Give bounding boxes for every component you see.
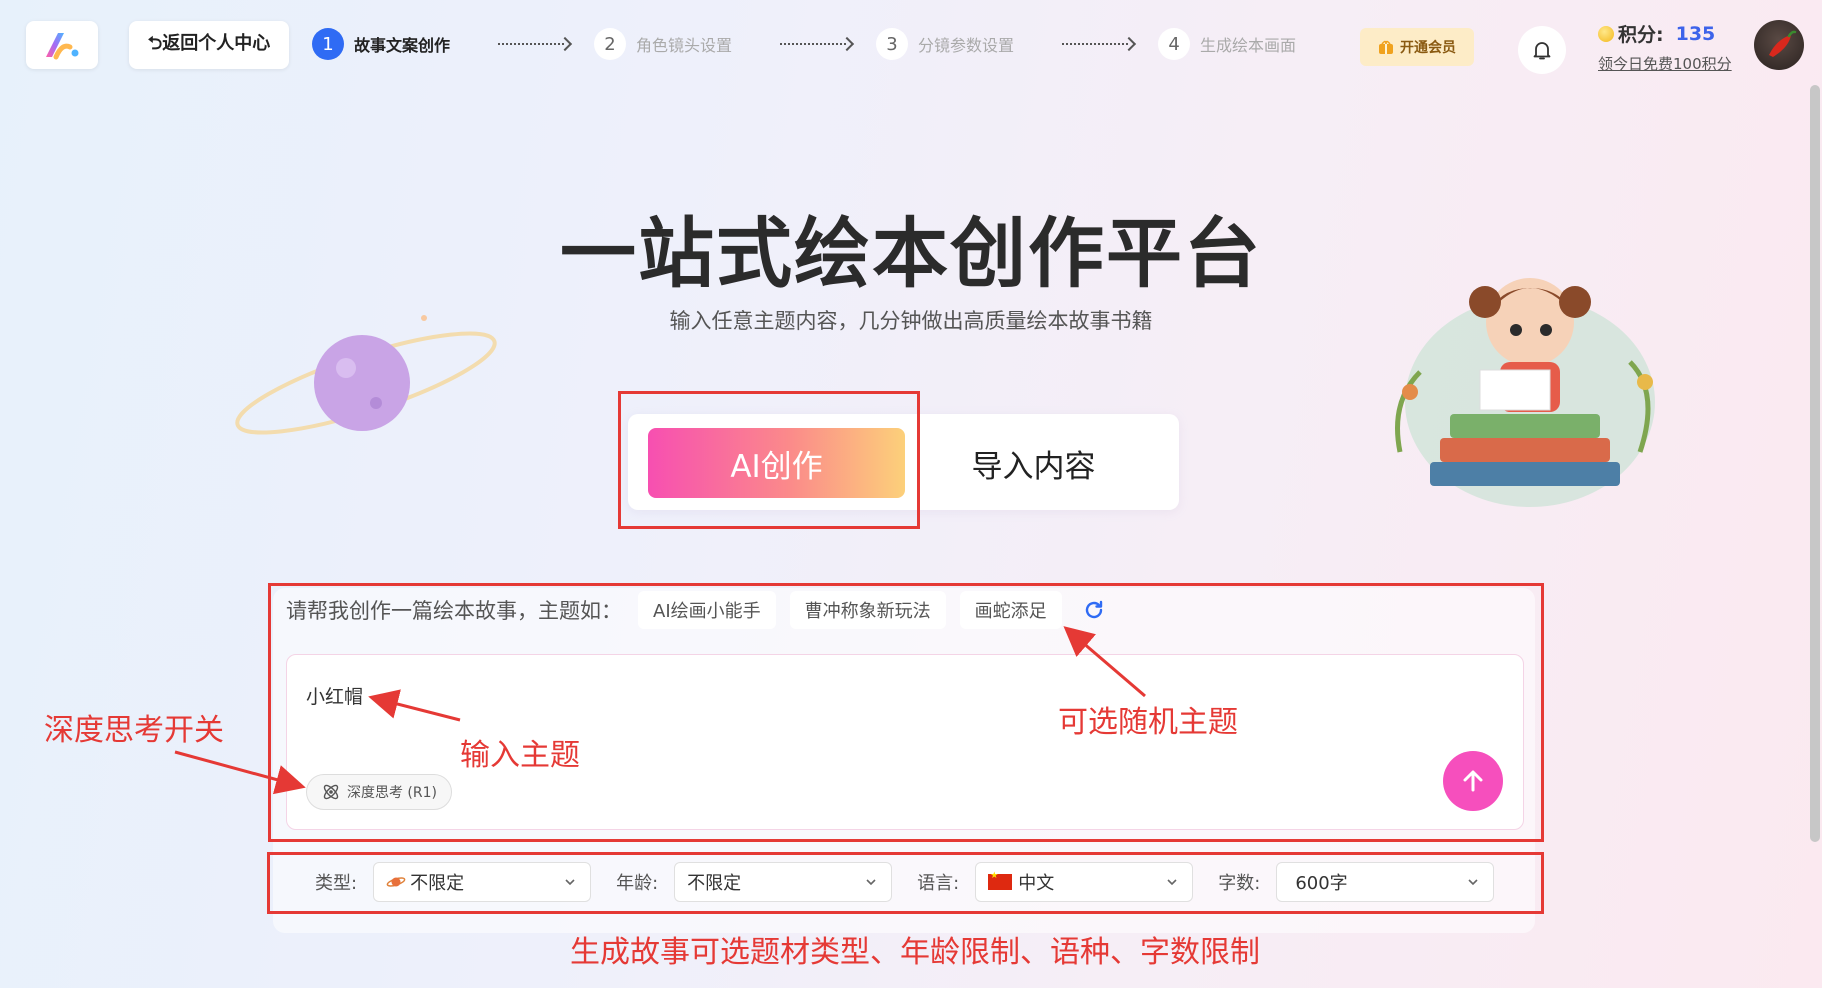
age-label: 年龄:	[616, 873, 659, 894]
scrollbar-thumb[interactable]	[1810, 85, 1820, 842]
annotation-deep-think: 深度思考开关	[44, 713, 224, 748]
type-select[interactable]: 不限定	[373, 862, 592, 902]
step-number: 1	[312, 28, 344, 60]
age-select[interactable]: 不限定	[674, 862, 893, 902]
topic-input-value[interactable]: 小红帽	[306, 682, 363, 709]
gift-icon	[1379, 40, 1393, 54]
annotation-input-topic: 输入主题	[460, 738, 580, 773]
step-4[interactable]: 4 生成绘本画面	[1158, 28, 1296, 60]
vip-button[interactable]: 开通会员	[1360, 28, 1474, 66]
chevron-down-icon	[866, 879, 876, 886]
daily-points-link[interactable]: 领今日免费100积分	[1598, 53, 1748, 74]
back-label: ⮌返回个人中心	[147, 33, 271, 54]
annotation-random-topic: 可选随机主题	[1058, 705, 1238, 740]
arrow-up-icon	[1463, 770, 1483, 792]
step-number: 2	[594, 28, 627, 60]
word-count-label: 字数:	[1218, 873, 1261, 894]
points-value: 135	[1675, 22, 1716, 45]
suggestion-chip[interactable]: 曹冲称象新玩法	[789, 591, 946, 629]
tab-import-content[interactable]: 导入内容	[905, 428, 1162, 498]
coin-icon	[1598, 25, 1614, 42]
step-2[interactable]: 2 角色镜头设置	[594, 28, 732, 60]
submit-button[interactable]	[1443, 751, 1503, 811]
step-label: 故事文案创作	[354, 36, 451, 55]
annotation-options: 生成故事可选题材类型、年龄限制、语种、字数限制	[570, 935, 1260, 970]
type-value: 不限定	[410, 873, 465, 894]
language-label: 语言:	[917, 873, 960, 894]
pepper-avatar-icon	[1769, 30, 1797, 57]
step-label: 生成绘本画面	[1200, 36, 1297, 55]
planet-icon	[386, 877, 406, 887]
step-number: 4	[1158, 28, 1191, 60]
vip-label: 开通会员	[1400, 40, 1456, 56]
deep-think-label: 深度思考 (R1)	[346, 785, 437, 801]
step-label: 角色镜头设置	[636, 36, 733, 55]
step-1[interactable]: 1 故事文案创作	[312, 28, 450, 60]
suggest-label: 请帮我创作一篇绘本故事，主题如：	[286, 599, 622, 623]
suggestion-chip[interactable]: 画蛇添足	[959, 591, 1062, 629]
step-label: 分镜参数设置	[918, 36, 1015, 55]
back-to-profile-button[interactable]: ⮌返回个人中心	[129, 21, 289, 69]
word-count-value: 600字	[1295, 873, 1348, 894]
logo-icon	[46, 33, 79, 60]
step-arrow-icon	[1062, 38, 1134, 50]
story-options: 类型: 不限定 年龄: 不限定 语言: 中文 字数: 600字	[315, 862, 1519, 902]
notification-button[interactable]	[1518, 26, 1566, 74]
bell-icon	[1533, 42, 1551, 60]
reading-girl-illustration	[1395, 278, 1655, 507]
deep-think-toggle[interactable]: 深度思考 (R1)	[306, 774, 452, 810]
type-label: 类型:	[315, 873, 358, 894]
chevron-down-icon	[1167, 879, 1177, 886]
topic-suggestions: 请帮我创作一篇绘本故事，主题如： AI绘画小能手 曹冲称象新玩法 画蛇添足	[286, 590, 1106, 630]
atom-icon	[323, 784, 339, 800]
top-bar: ⮌返回个人中心 1 故事文案创作 2 角色镜头设置 3 分镜参数设置 4 生成绘…	[0, 0, 1822, 92]
suggestion-chip[interactable]: AI绘画小能手	[638, 591, 776, 629]
user-avatar[interactable]	[1754, 20, 1804, 70]
refresh-icon[interactable]	[1082, 598, 1106, 622]
step-arrow-icon	[780, 38, 852, 50]
points-label: 积分:	[1618, 24, 1664, 46]
points-panel: 积分: 135 领今日免费100积分	[1598, 20, 1748, 74]
language-select[interactable]: 中文	[975, 862, 1194, 902]
step-arrow-icon	[498, 38, 570, 50]
tab-ai-create[interactable]: AI创作	[648, 428, 905, 498]
step-number: 3	[876, 28, 909, 60]
language-value: 中文	[1018, 873, 1055, 894]
step-progress: 1 故事文案创作 2 角色镜头设置 3 分镜参数设置 4 生成绘本画面	[312, 26, 1296, 62]
age-value: 不限定	[687, 873, 742, 894]
planet-illustration	[235, 315, 497, 435]
chevron-down-icon	[1468, 879, 1478, 886]
app-logo[interactable]	[26, 21, 98, 69]
china-flag-icon	[988, 871, 1013, 890]
step-3[interactable]: 3 分镜参数设置	[876, 28, 1014, 60]
word-count-select[interactable]: 600字	[1276, 862, 1495, 902]
chevron-down-icon	[565, 879, 575, 886]
